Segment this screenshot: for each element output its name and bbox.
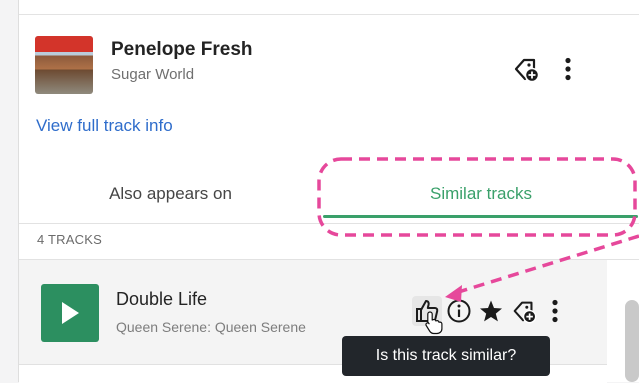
thumbs-up-icon	[416, 300, 439, 322]
tabs-divider	[19, 223, 639, 224]
play-button[interactable]	[41, 284, 99, 342]
tab-bar: Also appears on Similar tracks	[19, 168, 639, 220]
list-item-actions	[412, 294, 598, 328]
view-full-track-info-link[interactable]: View full track info	[36, 116, 173, 136]
active-tab-indicator	[323, 215, 638, 218]
tooltip: Is this track similar?	[342, 336, 550, 376]
track-header: Penelope Fresh Sugar World	[19, 14, 639, 102]
favorite-button[interactable]	[476, 294, 506, 328]
list-item-title: Double Life	[116, 289, 208, 309]
album-cover-banner	[35, 36, 93, 52]
list-item-subtitle[interactable]: Queen Serene: Queen Serene	[116, 319, 306, 335]
track-title: Penelope Fresh	[111, 39, 253, 60]
add-tag-button[interactable]	[509, 52, 543, 86]
tab-similar-tracks[interactable]: Similar tracks	[322, 168, 639, 220]
thumbs-up-button[interactable]	[412, 294, 442, 328]
info-button[interactable]	[444, 294, 474, 328]
tag-add-icon	[514, 58, 540, 83]
play-icon	[62, 302, 79, 324]
track-count: 4 TRACKS	[37, 232, 102, 247]
info-icon	[447, 299, 471, 323]
star-icon	[480, 300, 502, 322]
tag-add-icon	[513, 301, 537, 324]
more-vertical-icon	[552, 299, 558, 323]
more-options-button-row[interactable]	[544, 294, 566, 328]
more-options-button[interactable]	[555, 52, 581, 86]
scrollbar[interactable]	[625, 300, 639, 382]
track-artist[interactable]: Sugar World	[111, 66, 194, 83]
tab-also-appears-on[interactable]: Also appears on	[19, 168, 322, 220]
album-cover[interactable]	[35, 36, 93, 94]
track-panel: Penelope Fresh Sugar World View full tra…	[18, 0, 639, 383]
add-tag-button-row[interactable]	[508, 294, 540, 328]
more-vertical-icon	[565, 57, 571, 81]
